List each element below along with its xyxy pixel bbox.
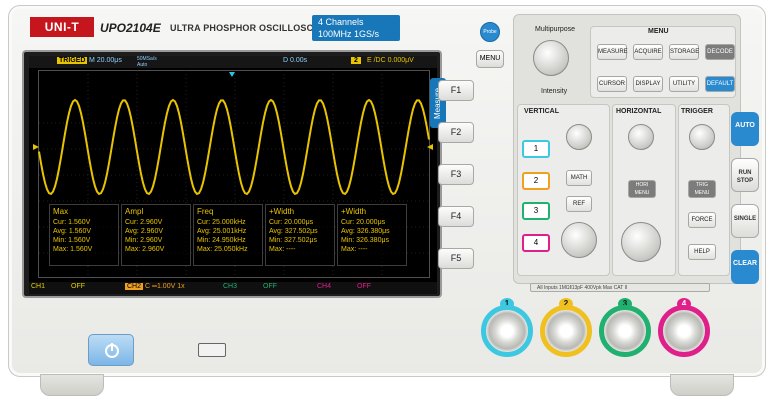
display-screen: TRIGED M 20.00μs 50MSa/s Auto D 0.00s 2 … [29, 56, 437, 294]
math-button[interactable]: MATH [566, 170, 592, 186]
vertical-title: VERTICAL [524, 108, 559, 115]
decode-button[interactable]: DECODE [705, 44, 735, 60]
measurement-min: Min: 2.960V [125, 237, 163, 244]
f3-button[interactable]: F3 [438, 164, 474, 185]
menu-button[interactable]: MENU [476, 50, 504, 68]
measurement-max: Max: 2.960V [125, 246, 165, 253]
usb-port[interactable] [198, 343, 226, 357]
measurement-avg: Avg: 326.380μs [341, 228, 390, 235]
utility-button[interactable]: UTILITY [669, 76, 699, 92]
ch4-state: OFF [357, 283, 371, 290]
ch1-bnc-connector[interactable] [481, 305, 533, 357]
input-warning-label: All Inputs 1MΩ‖13pF 400Vpk Max CAT II [530, 283, 710, 292]
channels-badge: 4 Channels 100MHz 1GS/s [312, 15, 400, 41]
measurement-avg: Avg: 327.502μs [269, 228, 318, 235]
trigger-title: TRIGGER [681, 108, 713, 115]
ch4-bnc-connector[interactable] [658, 305, 710, 357]
probe-button[interactable]: Probe [480, 22, 500, 42]
ch3-bnc-connector[interactable] [599, 305, 651, 357]
measurement-cur: Cur: 1.560V [53, 219, 91, 226]
measurement-cur: Cur: 2.960V [125, 219, 163, 226]
vertical-scale-knob[interactable] [561, 222, 597, 258]
ch2-button[interactable]: 2 [522, 172, 550, 190]
model-name: UPO2104E [100, 21, 161, 35]
measurement-cur: Cur: 20.000μs [269, 219, 314, 226]
channel-status-bar: CH1 OFF CH2 C ═1.00V 1x CH3 OFF CH4 OFF [29, 282, 437, 294]
ch1-button[interactable]: 1 [522, 140, 550, 158]
storage-button[interactable]: STORAGE [669, 44, 699, 60]
ch1-state: OFF [71, 283, 85, 290]
left-foot [40, 374, 104, 396]
measurement-avg: Avg: 1.560V [53, 228, 92, 235]
measurement-box: +Width Cur: 20.000μs Avg: 327.502μs Min: 32… [265, 204, 335, 266]
help-button[interactable]: HELP [688, 244, 716, 260]
f5-button[interactable]: F5 [438, 248, 474, 269]
measurement-avg: Avg: 2.960V [125, 228, 164, 235]
product-description: ULTRA PHOSPHOR OSCILLOSCOPE [170, 23, 333, 33]
ch2-state: C ═1.00V 1x [145, 283, 185, 290]
measurement-min: Min: 24.950kHz [197, 237, 246, 244]
measurement-name: +Width [269, 207, 295, 216]
f2-button[interactable]: F2 [438, 122, 474, 143]
acquire-button[interactable]: ACQUIRE [633, 44, 663, 60]
measure-button[interactable]: MEASURE [597, 44, 628, 60]
run-stop-button[interactable]: RUN STOP [731, 158, 759, 192]
f4-button[interactable]: F4 [438, 206, 474, 227]
menu-section-title: MENU [648, 28, 669, 35]
measurement-cur: Cur: 25.000kHz [197, 219, 246, 226]
measurement-max: Max: ---- [341, 246, 368, 253]
display-button[interactable]: DISPLAY [633, 76, 663, 92]
measurement-cur: Cur: 20.000μs [341, 219, 386, 226]
brand-logo: UNI-T [30, 17, 94, 37]
horizontal-position-knob[interactable] [628, 124, 654, 150]
ch2-bnc-connector[interactable] [540, 305, 592, 357]
ch3-state: OFF [263, 283, 277, 290]
force-button[interactable]: FORCE [688, 212, 716, 228]
measurement-min: Min: 1.560V [53, 237, 91, 244]
measurement-avg: Avg: 25.001kHz [197, 228, 247, 235]
f1-button[interactable]: F1 [438, 80, 474, 101]
measurement-box: +Width Cur: 20.000μs Avg: 326.380μs Min: 32… [337, 204, 407, 266]
measurement-max: Max: ---- [269, 246, 296, 253]
ch2-label: CH2 [125, 283, 144, 290]
trigger-level-knob[interactable] [689, 124, 715, 150]
ch3-label: CH3 [223, 283, 238, 290]
intensity-label: Intensity [541, 88, 568, 95]
power-icon [105, 343, 119, 358]
measurement-min: Min: 326.380μs [341, 237, 390, 244]
horizontal-scale-knob[interactable] [621, 222, 661, 262]
horizontal-title: HORIZONTAL [616, 108, 662, 115]
measurement-name: Max [53, 207, 69, 216]
power-button[interactable] [88, 334, 134, 366]
measurement-min: Min: 327.502μs [269, 237, 318, 244]
ch4-button[interactable]: 4 [522, 234, 550, 252]
measurement-box: Max Cur: 1.560V Avg: 1.560V Min: 1.560V Max:… [49, 204, 119, 266]
cursor-button[interactable]: CURSOR [597, 76, 627, 92]
vertical-position-knob[interactable] [566, 124, 592, 150]
trig-menu-button[interactable]: TRIG MENU [688, 180, 716, 198]
multipurpose-label: Multipurpose [535, 26, 576, 33]
default-button[interactable]: DEFAULT [705, 76, 735, 92]
measurement-name: Ampl [125, 207, 144, 216]
ch4-label: CH4 [317, 283, 332, 290]
right-foot [670, 374, 734, 396]
measurement-max: Max: 25.050kHz [197, 246, 248, 253]
auto-button[interactable]: AUTO [731, 112, 759, 146]
measurement-box: Freq Cur: 25.000kHz Avg: 25.001kHz Min: 24.… [193, 204, 263, 266]
ref-button[interactable]: REF [566, 196, 592, 212]
multipurpose-knob[interactable] [533, 40, 569, 76]
ch1-label: CH1 [31, 283, 46, 290]
measurement-name: +Width [341, 207, 367, 216]
hori-menu-button[interactable]: HORI MENU [628, 180, 656, 198]
clear-button[interactable]: CLEAR [731, 250, 759, 284]
ch3-button[interactable]: 3 [522, 202, 550, 220]
measurement-name: Freq [197, 207, 214, 216]
measurement-max: Max: 1.560V [53, 246, 93, 253]
measurement-box: Ampl Cur: 2.960V Avg: 2.960V Min: 2.960V Max… [121, 204, 191, 266]
single-button[interactable]: SINGLE [731, 204, 759, 238]
